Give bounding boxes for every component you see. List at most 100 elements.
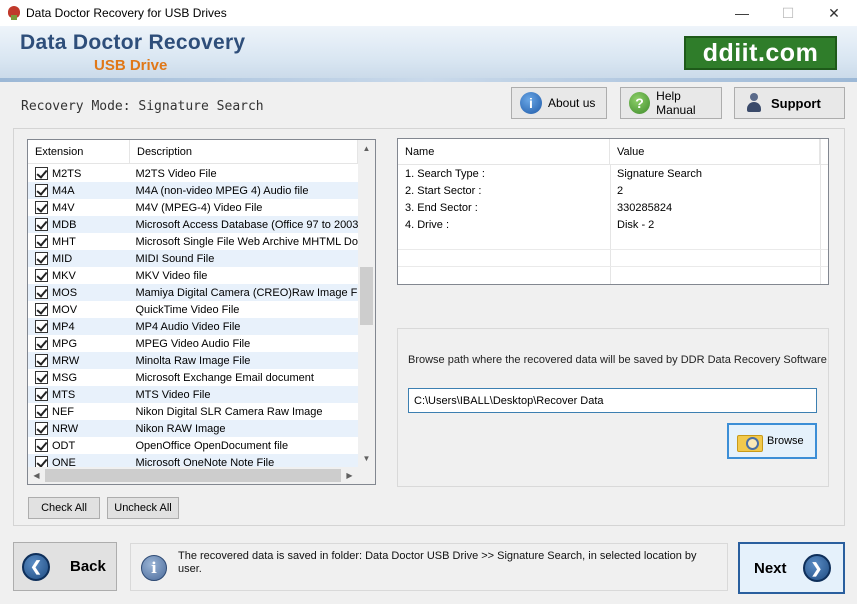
uncheck-all-button[interactable]: Uncheck All [107,497,179,519]
about-us-button[interactable]: i About us [511,87,607,119]
extension-checkbox[interactable] [35,354,48,367]
extension-checkbox[interactable] [35,405,48,418]
list-item[interactable]: MP4 MP4 Audio Video File [28,318,358,335]
list-item[interactable]: M2TS M2TS Video File [28,165,358,182]
recovery-mode-label: Recovery Mode: Signature Search [21,99,264,114]
list-item[interactable]: ODT OpenOffice OpenDocument file [28,437,358,454]
summary-value: Signature Search [617,167,702,180]
check-all-button[interactable]: Check All [28,497,100,519]
summary-value: 330285824 [617,201,673,214]
list-item[interactable]: MTS MTS Video File [28,386,358,403]
list-item[interactable]: MRW Minolta Raw Image File [28,352,358,369]
summary-header: Name Value [398,139,828,165]
extension-checkbox[interactable] [35,371,48,384]
summary-value: 2 [617,184,624,197]
browse-button[interactable]: Browse [727,423,817,459]
scroll-up-icon[interactable]: ▲ [358,140,375,157]
table-row: 2. Start Sector : 2 [398,182,828,199]
support-person-icon [743,92,765,114]
value-column-header: Value [610,139,820,164]
extension-code: NRW [52,422,79,435]
extension-description: OpenOffice OpenDocument file [135,439,289,452]
extension-checkbox[interactable] [35,252,48,265]
help-manual-label: Help Manual [656,89,696,117]
extension-description: MIDI Sound File [135,252,215,265]
extension-checkbox[interactable] [35,235,48,248]
description-column-header[interactable]: Description [130,140,358,164]
scroll-left-icon[interactable]: ◀ [28,467,45,484]
extension-code: M4A [52,184,75,197]
extension-checkbox[interactable] [35,286,48,299]
extension-checkbox[interactable] [35,167,48,180]
back-label: Back [70,558,106,575]
save-path-input[interactable] [408,388,817,413]
extension-rows: M2TS M2TS Video File M4A M4A (non-video MPE… [28,165,358,471]
maximize-button[interactable]: ☐ [765,0,811,26]
extension-description: Microsoft Single File Web Archive MHTML … [135,235,358,248]
extension-checkbox[interactable] [35,422,48,435]
list-item[interactable]: MPG MPEG Video Audio File [28,335,358,352]
extension-description: Mamiya Digital Camera (CREO)Raw Image Fi… [135,286,358,299]
summary-name: 1. Search Type : [405,167,485,180]
extension-checkbox[interactable] [35,269,48,282]
extension-checkbox[interactable] [35,388,48,401]
extension-checkbox[interactable] [35,439,48,452]
close-button[interactable]: ✕ [811,0,857,26]
extension-description: M4A (non-video MPEG 4) Audio file [135,184,309,197]
window-controls: — ☐ ✕ [719,0,857,26]
list-item[interactable]: MOV QuickTime Video File [28,301,358,318]
brand-logo: ddiit.com [684,36,837,70]
extension-description: QuickTime Video File [135,303,240,316]
extension-list[interactable]: Extension Description M2TS M2TS Video Fil… [27,139,376,485]
extension-checkbox[interactable] [35,218,48,231]
summary-name: 4. Drive : [405,218,450,231]
arrow-left-icon: ❮ [22,552,50,581]
list-item[interactable]: MID MIDI Sound File [28,250,358,267]
extension-code: MKV [52,269,76,282]
header-banner: Data Doctor Recovery USB Drive ddiit.com [0,26,857,82]
extension-checkbox[interactable] [35,184,48,197]
extension-checkbox[interactable] [35,303,48,316]
extension-checkbox[interactable] [35,337,48,350]
info-message: The recovered data is saved in folder: D… [178,550,697,575]
extension-description: Nikon Digital SLR Camera Raw Image [135,405,323,418]
extension-checkbox[interactable] [35,320,48,333]
horizontal-scrollbar[interactable]: ◀ ▶ [28,467,375,484]
list-item[interactable]: MSG Microsoft Exchange Email document [28,369,358,386]
summary-table: Name Value 1. Search Type : Signature Sea… [397,138,829,285]
banner-title: Data Doctor Recovery [20,31,246,54]
list-item[interactable]: NRW Nikon RAW Image [28,420,358,437]
extension-code: MOS [52,286,78,299]
list-item[interactable]: MDB Microsoft Access Database (Office 97 … [28,216,358,233]
extension-code: M4V [52,201,75,214]
extension-description: MPEG Video Audio File [135,337,251,350]
extension-column-header[interactable]: Extension [28,140,130,164]
summary-name: 3. End Sector : [405,201,478,214]
extension-checkbox[interactable] [35,201,48,214]
extension-description: Minolta Raw Image File [135,354,251,367]
minimize-button[interactable]: — [719,0,765,26]
name-column-header: Name [398,139,610,164]
scroll-down-icon[interactable]: ▼ [358,450,375,467]
extension-code: MP4 [52,320,75,333]
scroll-right-icon[interactable]: ▶ [341,467,358,484]
list-item[interactable]: MOS Mamiya Digital Camera (CREO)Raw Image… [28,284,358,301]
back-button[interactable]: ❮ Back [13,542,117,591]
list-item[interactable]: MKV MKV Video file [28,267,358,284]
vertical-scroll-thumb[interactable] [360,267,373,325]
info-bar: i The recovered data is saved in folder:… [130,543,728,591]
list-item[interactable]: NEF Nikon Digital SLR Camera Raw Image [28,403,358,420]
title-bar: Data Doctor Recovery for USB Drives — ☐ … [0,0,857,26]
app-icon [6,5,22,21]
list-item[interactable]: MHT Microsoft Single File Web Archive MHT… [28,233,358,250]
horizontal-scroll-thumb[interactable] [45,469,341,482]
list-item[interactable]: M4V M4V (MPEG-4) Video File [28,199,358,216]
vertical-scrollbar[interactable]: ▲ ▼ [358,140,375,467]
extension-description: Microsoft Exchange Email document [135,371,314,384]
extension-code: MOV [52,303,78,316]
extension-description: MP4 Audio Video File [135,320,241,333]
support-button[interactable]: Support [734,87,845,119]
next-button[interactable]: Next ❯ [738,542,845,594]
list-item[interactable]: M4A M4A (non-video MPEG 4) Audio file [28,182,358,199]
help-manual-button[interactable]: ? Help Manual [620,87,722,119]
